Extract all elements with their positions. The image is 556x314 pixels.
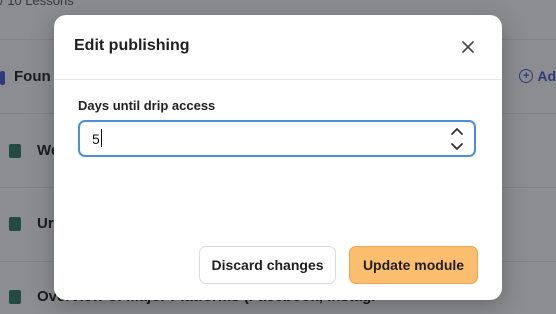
edit-publishing-modal: Edit publishing Days until drip access 5… — [54, 15, 502, 300]
update-module-button[interactable]: Update module — [349, 246, 478, 284]
close-button[interactable] — [460, 39, 476, 55]
drip-days-input[interactable]: 5 — [78, 120, 476, 157]
drip-days-label: Days until drip access — [78, 98, 216, 113]
modal-title: Edit publishing — [74, 37, 190, 54]
number-stepper[interactable] — [448, 125, 466, 153]
text-caret — [101, 129, 102, 147]
discard-changes-button[interactable]: Discard changes — [199, 246, 336, 284]
chevron-up-icon — [451, 128, 463, 135]
close-icon — [462, 41, 474, 53]
modal-header: Edit publishing — [54, 15, 502, 80]
chevron-down-icon — [451, 143, 463, 150]
drip-days-value: 5 — [92, 131, 100, 147]
